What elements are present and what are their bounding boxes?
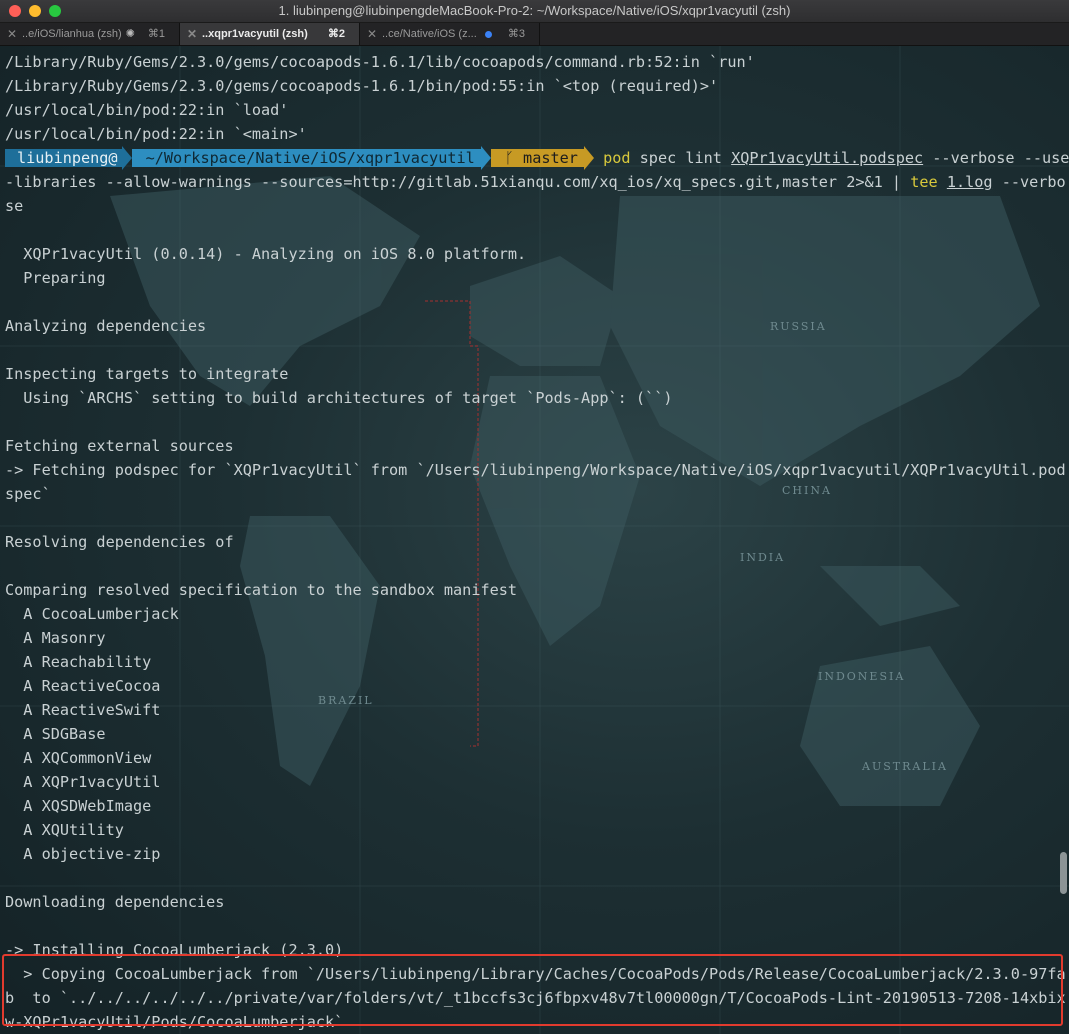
tab-label: ..e/iOS/lianhua (zsh) (22, 28, 122, 40)
tab-3[interactable]: ✕ ..ce/Native/iOS (z... ⌘3 (360, 23, 540, 45)
command-text: spec lint (630, 149, 732, 167)
git-branch-icon: ᚴ (504, 149, 514, 167)
command-continuation-line: -libraries --allow-warnings --sources=ht… (5, 170, 1069, 194)
output-line: XQPr1vacyUtil (0.0.14) - Analyzing on iO… (5, 245, 527, 263)
powerline-arrow-icon (583, 146, 594, 170)
output-line: Using `ARCHS` setting to build architect… (5, 389, 673, 407)
prompt-line: liubinpeng@ ~/Workspace/Native/iOS/xqpr1v… (5, 146, 1069, 170)
output-line: A objective-zip (5, 845, 161, 863)
output-line: spec` (5, 485, 51, 503)
terminal-window: 1. liubinpeng@liubinpengdeMacBook-Pro-2:… (0, 0, 1069, 1034)
tab-shortcut: ⌘3 (507, 28, 525, 40)
command-text: --verbose --use (923, 149, 1069, 167)
vertical-scrollbar[interactable] (1060, 852, 1067, 894)
prompt-user-segment: liubinpeng@ (5, 149, 122, 167)
tab-bar: ✕ ..e/iOS/lianhua (zsh) ✺ ⌘1 ✕ ..xqpr1vac… (0, 23, 1069, 46)
close-tab-icon[interactable]: ✕ (187, 23, 197, 45)
output-line: A SDGBase (5, 725, 106, 743)
tab-label: ..xqpr1vacyutil (zsh) (202, 28, 308, 40)
close-tab-icon[interactable]: ✕ (367, 23, 377, 45)
output-line: A ReactiveSwift (5, 701, 161, 719)
prompt-path-segment: ~/Workspace/Native/iOS/xqpr1vacyutil (131, 149, 481, 167)
output-line: Preparing (5, 269, 106, 287)
command-text (938, 173, 947, 191)
tab-shortcut: ⌘1 (147, 28, 165, 40)
activity-dot-icon (484, 30, 492, 38)
output-line: /Library/Ruby/Gems/2.3.0/gems/cocoapods-… (5, 77, 719, 95)
title-bar[interactable]: 1. liubinpeng@liubinpengdeMacBook-Pro-2:… (0, 0, 1069, 23)
output-line: A XQPr1vacyUtil (5, 773, 161, 791)
tab-2[interactable]: ✕ ..xqpr1vacyutil (zsh) ⌘2 (180, 23, 360, 45)
tab-1[interactable]: ✕ ..e/iOS/lianhua (zsh) ✺ ⌘1 (0, 23, 180, 45)
terminal-output: /Library/Ruby/Gems/2.3.0/gems/cocoapods-… (5, 50, 1069, 1034)
powerline-arrow-icon (121, 146, 132, 170)
highlight-box (2, 954, 1063, 1026)
terminal-content[interactable]: RUSSIA CHINA INDIA BRAZIL INDONESIA AUST… (0, 46, 1069, 1034)
output-line: -> Fetching podspec for `XQPr1vacyUtil` … (5, 461, 1066, 479)
output-line: Inspecting targets to integrate (5, 365, 289, 383)
command-tee: tee (910, 173, 938, 191)
window-title: 1. liubinpeng@liubinpengdeMacBook-Pro-2:… (278, 3, 791, 18)
output-line: A CocoaLumberjack (5, 605, 179, 623)
output-line: A ReactiveCocoa (5, 677, 161, 695)
output-line: A XQUtility (5, 821, 124, 839)
powerline-arrow-icon (480, 146, 491, 170)
output-line: Downloading dependencies (5, 893, 225, 911)
command-file-arg: XQPr1vacyUtil.podspec (731, 149, 924, 167)
prompt-branch-segment: ᚴ master (490, 149, 584, 167)
git-branch-name: master (523, 149, 578, 167)
output-line: A XQCommonView (5, 749, 152, 767)
command-log-file: 1.log (946, 173, 993, 191)
output-line: /Library/Ruby/Gems/2.3.0/gems/cocoapods-… (5, 53, 755, 71)
activity-spinner-icon: ✺ (125, 28, 135, 40)
output-line: A Masonry (5, 629, 106, 647)
output-line: A XQSDWebImage (5, 797, 152, 815)
output-line: Fetching external sources (5, 437, 234, 455)
command-name: pod (603, 149, 631, 167)
command-text: --verbo (992, 173, 1066, 191)
output-line: Analyzing dependencies (5, 317, 207, 335)
tab-label: ..ce/Native/iOS (z... (382, 28, 477, 40)
command-continuation-line: se (5, 197, 24, 215)
output-line: A Reachability (5, 653, 152, 671)
output-line: Comparing resolved specification to the … (5, 581, 518, 599)
tab-shortcut: ⌘2 (327, 28, 345, 40)
output-line: /usr/local/bin/pod:22:in `load' (5, 101, 289, 119)
close-tab-icon[interactable]: ✕ (7, 23, 17, 45)
output-line: Resolving dependencies of (5, 533, 234, 551)
output-line: /usr/local/bin/pod:22:in `<main>' (5, 125, 307, 143)
command-text: -libraries --allow-warnings --sources=ht… (5, 173, 911, 191)
